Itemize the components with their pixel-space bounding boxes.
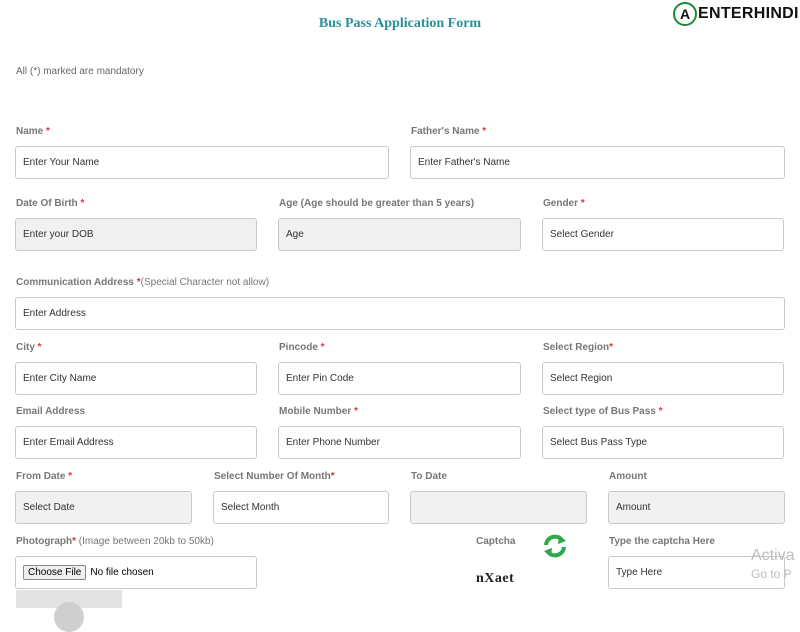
address-label: Communication Address *(Special Characte… bbox=[16, 277, 270, 288]
watermark-line1: Activa bbox=[751, 547, 795, 564]
pincode-input[interactable]: Enter Pin Code bbox=[278, 362, 521, 395]
logo-text: ENTERHINDI bbox=[698, 5, 799, 22]
age-input: Age bbox=[278, 218, 521, 251]
email-input[interactable]: Enter Email Address bbox=[15, 426, 257, 459]
from-date-label: From Date * bbox=[16, 471, 73, 482]
mobile-input[interactable]: Enter Phone Number bbox=[278, 426, 521, 459]
dob-input[interactable]: Enter your DOB bbox=[15, 218, 257, 251]
city-input[interactable]: Enter City Name bbox=[15, 362, 257, 395]
mobile-label: Mobile Number * bbox=[279, 406, 358, 417]
months-select[interactable]: Select Month bbox=[213, 491, 389, 524]
captcha-label: Captcha bbox=[476, 536, 516, 547]
from-date-input[interactable]: Select Date bbox=[15, 491, 192, 524]
region-label: Select Region* bbox=[543, 342, 614, 353]
choose-file-button[interactable]: Choose File bbox=[23, 565, 87, 580]
pass-type-select[interactable]: Select Bus Pass Type bbox=[542, 426, 784, 459]
name-input[interactable]: Enter Your Name bbox=[15, 146, 389, 179]
logo-icon: A bbox=[673, 2, 697, 26]
gender-select[interactable]: Select Gender bbox=[542, 218, 784, 251]
age-label: Age (Age should be greater than 5 years) bbox=[279, 198, 475, 209]
captcha-input-label: Type the captcha Here bbox=[609, 536, 715, 547]
photo-file-input[interactable]: Choose File No file chosen bbox=[15, 556, 257, 589]
to-date-label: To Date bbox=[411, 471, 447, 482]
months-label: Select Number Of Month* bbox=[214, 471, 335, 482]
to-date-input bbox=[410, 491, 587, 524]
pincode-label: Pincode * bbox=[279, 342, 325, 353]
refresh-icon[interactable] bbox=[542, 533, 568, 559]
city-label: City * bbox=[16, 342, 42, 353]
avatar-placeholder-icon bbox=[54, 602, 84, 632]
file-status: No file chosen bbox=[90, 567, 154, 578]
address-input[interactable]: Enter Address bbox=[15, 297, 785, 330]
activation-watermark: Activa Go to P bbox=[751, 546, 795, 582]
amount-input: Amount bbox=[608, 491, 785, 524]
mandatory-note: All (*) marked are mandatory bbox=[16, 66, 144, 77]
watermark-line2: Go to P bbox=[751, 567, 792, 581]
region-select[interactable]: Select Region bbox=[542, 362, 784, 395]
amount-label: Amount bbox=[609, 471, 647, 482]
father-name-label: Father's Name * bbox=[411, 126, 487, 137]
dob-label: Date Of Birth * bbox=[16, 198, 85, 209]
father-name-input[interactable]: Enter Father's Name bbox=[410, 146, 785, 179]
pass-type-label: Select type of Bus Pass * bbox=[543, 406, 663, 417]
captcha-code: nXaet bbox=[476, 571, 515, 586]
name-label: Name * bbox=[16, 126, 50, 137]
site-logo: A ENTERHINDI bbox=[673, 2, 799, 26]
gender-label: Gender * bbox=[543, 198, 585, 209]
photo-preview bbox=[16, 590, 122, 632]
photo-label: Photograph* (Image between 20kb to 50kb) bbox=[16, 536, 214, 547]
email-label: Email Address bbox=[16, 406, 86, 417]
